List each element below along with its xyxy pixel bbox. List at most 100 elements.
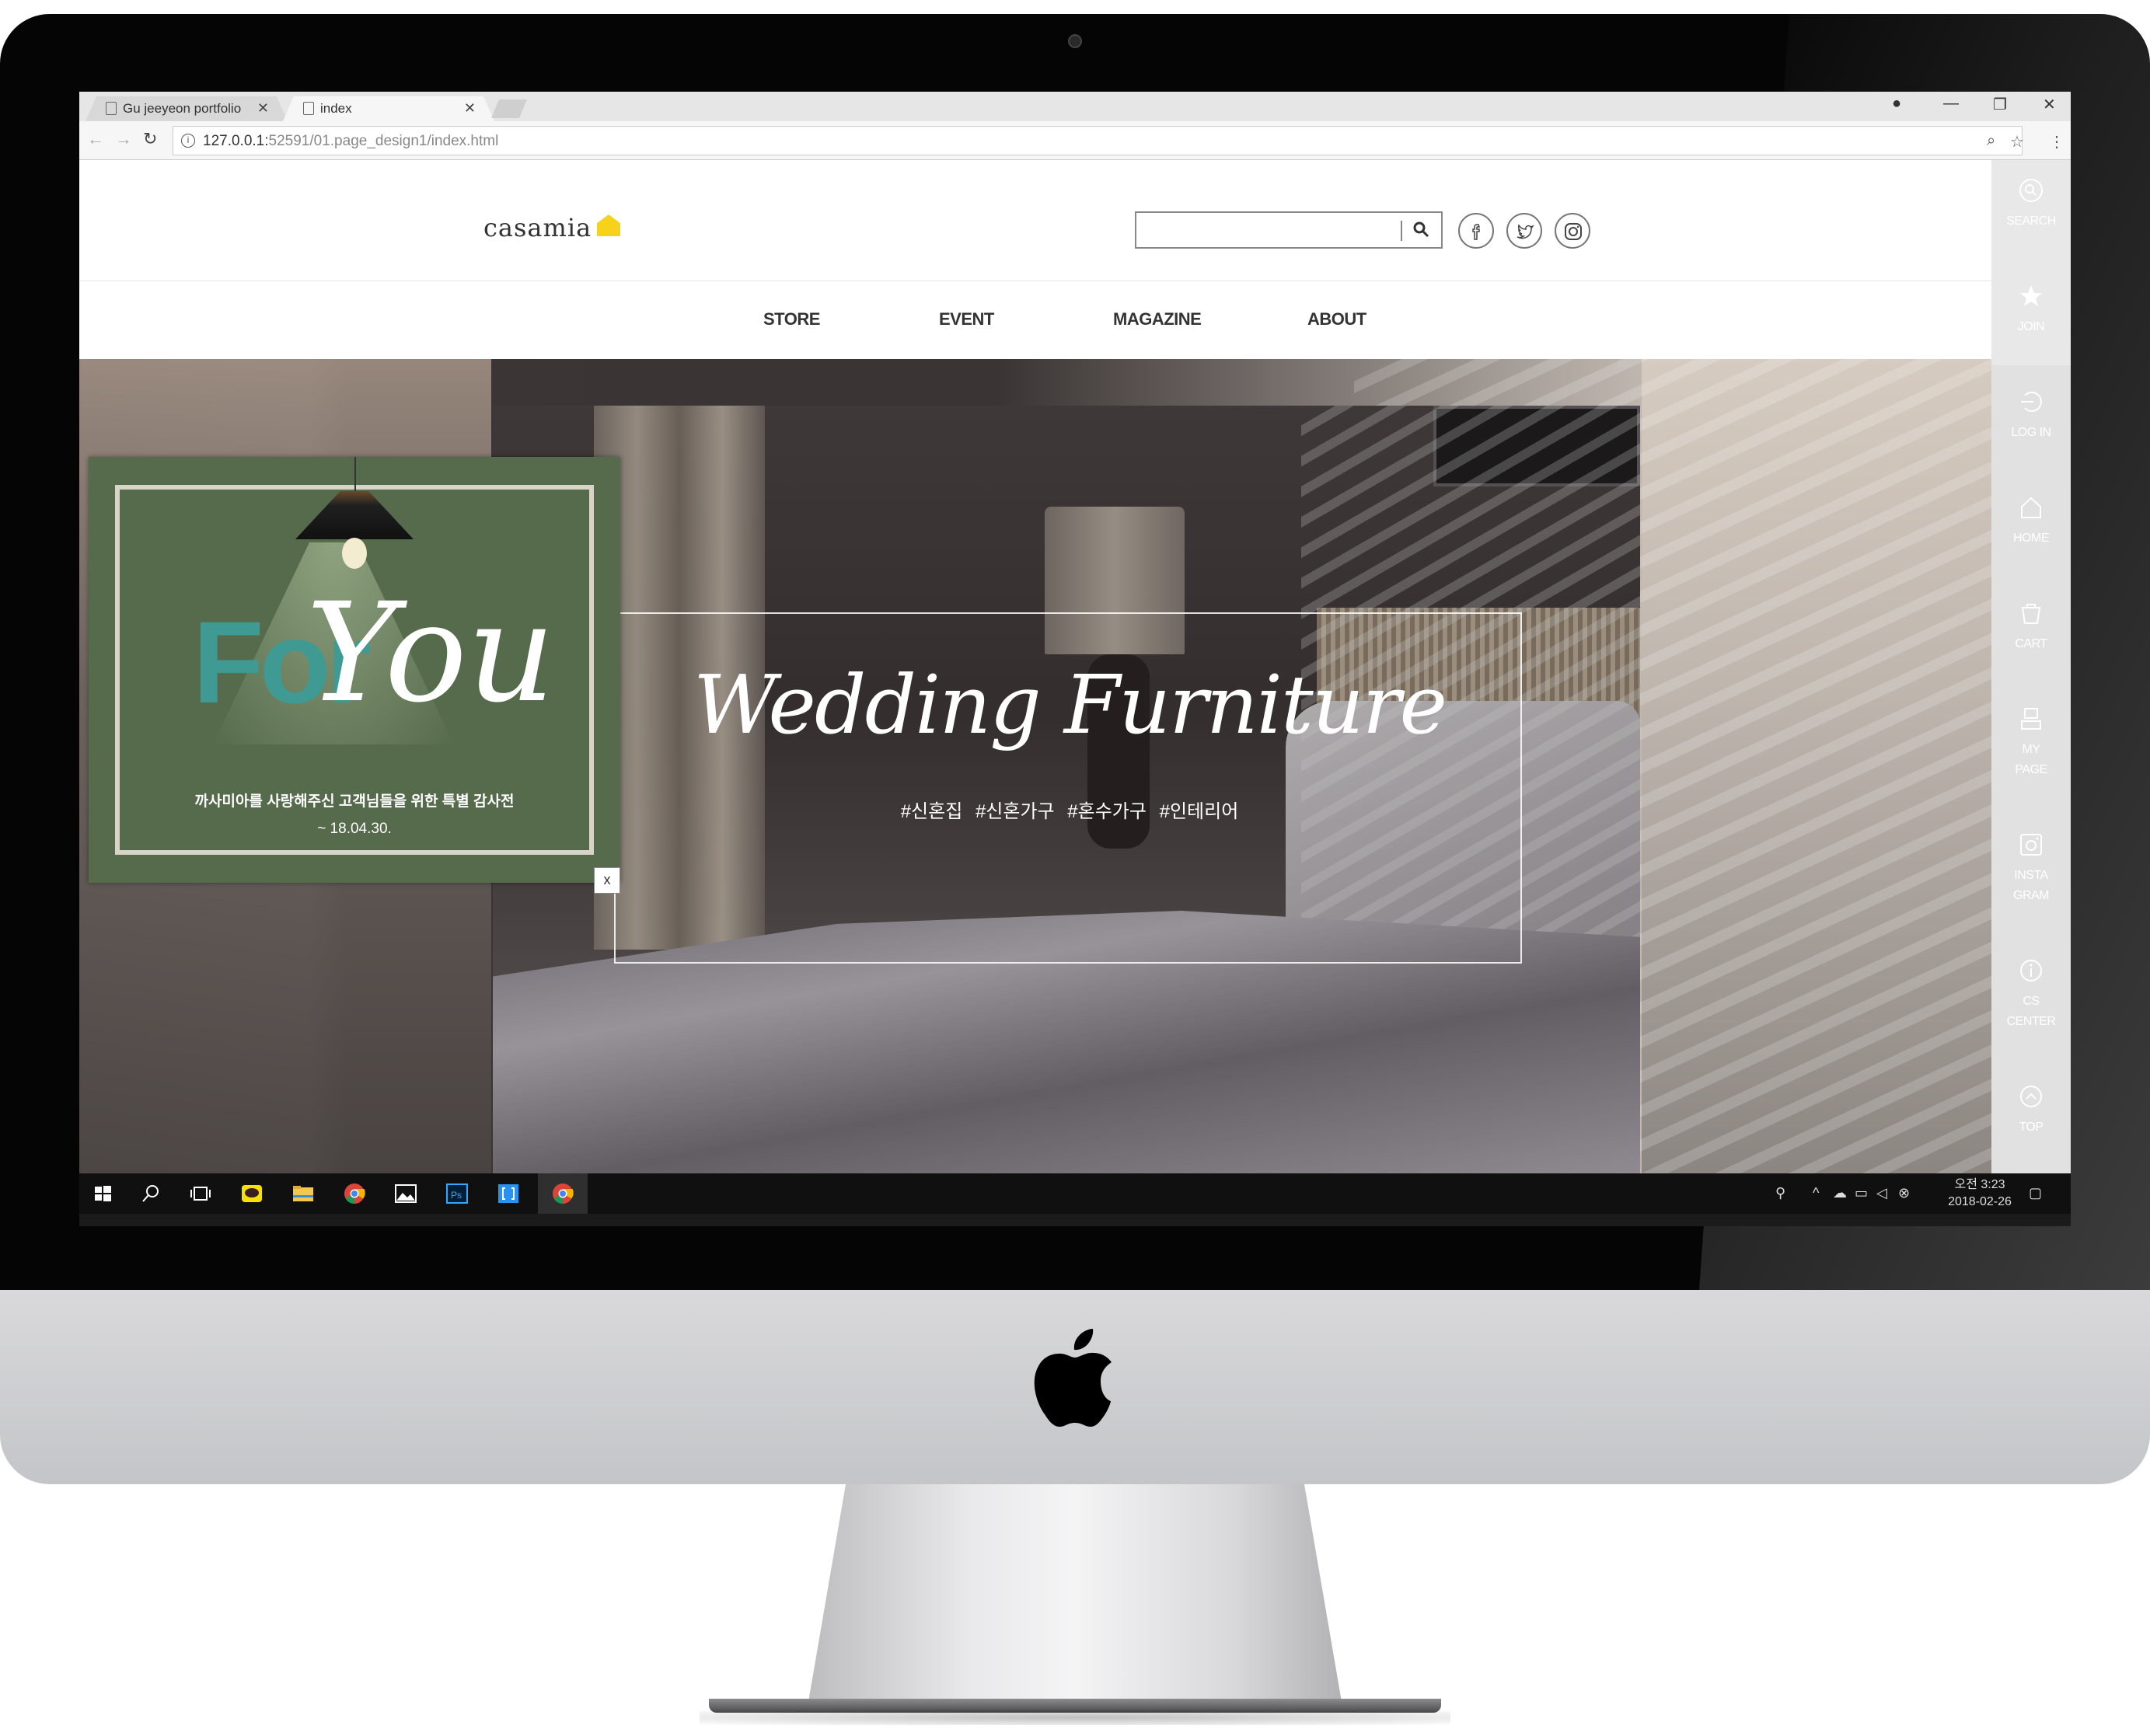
sidebar-item-cart[interactable]: CART <box>1991 600 2071 654</box>
restore-button[interactable]: ❐ <box>1993 95 2007 114</box>
cloud-icon[interactable]: ☁ <box>1833 1185 1847 1201</box>
hero-tags: #신혼집 #신혼가구 #혼수가구 #인테리어 <box>900 801 1239 822</box>
star-icon <box>2020 285 2042 306</box>
instagram-icon[interactable] <box>1555 213 1590 249</box>
sidebar-label: JOIN <box>2017 320 2045 333</box>
notifications-icon[interactable]: ▢ <box>2029 1185 2042 1201</box>
back-arrow-icon[interactable]: ← <box>87 129 104 149</box>
forward-arrow-icon[interactable]: → <box>115 129 132 149</box>
site-header: casamia <box>79 160 1991 281</box>
sidebar-item-top[interactable]: TOP <box>1991 1083 2071 1138</box>
sidebar-item-instagram[interactable]: INSTA GRAM <box>1991 831 2071 906</box>
sidebar-label: SEARCH <box>2006 214 2056 228</box>
tab-label: Gu jeeyeon portfolio <box>123 101 242 116</box>
network-icon[interactable]: ▭ <box>1855 1185 1868 1201</box>
site-logo[interactable]: casamia <box>483 213 592 242</box>
info-icon <box>2020 960 2042 981</box>
info-icon[interactable]: i <box>181 134 195 148</box>
nav-about[interactable]: ABOUT <box>1307 309 1366 329</box>
tab-index[interactable]: index ✕ <box>283 96 494 121</box>
tab-close-icon[interactable]: ✕ <box>464 100 476 117</box>
url-host: 127.0.0.1: <box>203 133 269 149</box>
sidebar-label: INSTA GRAM <box>2013 869 2050 902</box>
new-tab-button[interactable] <box>491 99 527 118</box>
mypage-icon <box>2021 708 2041 730</box>
screen: Gu jeeyeon portfolio ✕ index ✕ ● — ❐ ✕ ←… <box>79 92 2071 1226</box>
windows-taskbar: Ps ⚲ ^ ☁ ▭ ◁ ⊗ 오전 3:23 2018-02-26 ▢ <box>79 1173 2071 1214</box>
document-icon <box>106 102 117 115</box>
sidebar-item-mypage[interactable]: MY PAGE <box>1991 706 2071 780</box>
popup-date: ~ 18.04.30. <box>317 821 392 837</box>
sidebar-label: CART <box>2015 637 2047 650</box>
photoshop-icon[interactable]: Ps <box>445 1181 469 1206</box>
search-icon <box>2019 179 2043 202</box>
url-path: 52591/01.page_design1/index.html <box>268 133 499 149</box>
sidebar-label: TOP <box>2019 1121 2044 1134</box>
search-separator <box>1401 221 1402 241</box>
nav-magazine[interactable]: MAGAZINE <box>1113 309 1202 329</box>
nav-store[interactable]: STORE <box>763 309 820 329</box>
site-search-input[interactable] <box>1135 211 1443 249</box>
svg-text:Ps: Ps <box>451 1190 462 1201</box>
chrome-icon[interactable] <box>342 1181 367 1206</box>
screen-bottom-edge <box>79 1214 2071 1226</box>
minimize-button[interactable]: — <box>1943 95 1959 113</box>
sidebar-item-cs-center[interactable]: CS CENTER <box>1991 957 2071 1032</box>
sidebar-item-login[interactable]: LOG IN <box>1991 389 2071 443</box>
ime-icon[interactable]: ⊗ <box>1898 1185 1910 1201</box>
instagram-icon <box>2020 834 2042 856</box>
menu-dots-icon[interactable]: ⋮ <box>2049 132 2064 152</box>
logo-house-icon <box>597 214 620 236</box>
sidebar-label: CS CENTER <box>2006 995 2056 1028</box>
popup-close-button[interactable]: x <box>594 867 620 894</box>
search-icon[interactable] <box>138 1181 163 1206</box>
tab-close-icon[interactable]: ✕ <box>257 100 269 117</box>
facebook-icon[interactable] <box>1458 213 1494 249</box>
quick-sidebar: SEARCH JOIN LOG IN HOME CART MY PAGE INS… <box>1991 160 2071 1173</box>
chevron-up-icon[interactable]: ^ <box>1813 1185 1819 1201</box>
twitter-icon[interactable] <box>1506 213 1542 249</box>
sidebar-item-join[interactable]: JOIN <box>1991 283 2071 337</box>
sidebar-label: HOME <box>2013 532 2050 545</box>
sidebar-label: LOG IN <box>2011 426 2051 439</box>
tab-portfolio[interactable]: Gu jeeyeon portfolio ✕ <box>86 96 288 121</box>
hero-title: Wedding Furniture <box>693 657 1447 752</box>
brackets-editor-icon[interactable] <box>496 1181 521 1206</box>
hero-title-box: Wedding Furniture #신혼집 #신혼가구 #혼수가구 #인테리어 <box>614 612 1522 964</box>
home-icon <box>2021 497 2041 518</box>
file-explorer-icon[interactable] <box>291 1181 316 1206</box>
top-icon <box>2020 1086 2042 1107</box>
imac-device: Gu jeeyeon portfolio ✕ index ✕ ● — ❐ ✕ ←… <box>0 14 2150 1484</box>
people-icon[interactable]: ⚲ <box>1775 1185 1785 1201</box>
lamp-cord <box>354 457 356 491</box>
url-input[interactable]: i 127.0.0.1:52591/01.page_design1/index.… <box>173 126 2023 155</box>
search-icon[interactable] <box>1412 220 1432 240</box>
reload-icon[interactable]: ↻ <box>143 129 157 149</box>
bookmark-star-icon[interactable]: ☆ <box>2010 132 2024 152</box>
tab-label: index <box>320 101 352 116</box>
close-window-button[interactable]: ✕ <box>2043 95 2056 114</box>
volume-icon[interactable]: ◁ <box>1876 1185 1887 1201</box>
sidebar-item-search[interactable]: SEARCH <box>1991 177 2071 232</box>
photos-icon[interactable] <box>393 1181 418 1206</box>
nav-event[interactable]: EVENT <box>939 309 994 329</box>
login-icon <box>2021 392 2042 412</box>
event-popup[interactable]: For You 까사미아를 사랑해주신 고객님들을 위한 특별 감사전 ~ 18… <box>89 457 620 883</box>
stand-shadow <box>700 1710 1450 1725</box>
sidebar-label: MY PAGE <box>2015 743 2047 776</box>
zoom-icon[interactable]: ⌕ <box>1987 132 1995 150</box>
clock-time: 오전 3:23 <box>1954 1178 2005 1191</box>
taskbar-clock[interactable]: 오전 3:23 2018-02-26 <box>1937 1177 2023 1211</box>
apple-logo-icon <box>1034 1329 1112 1427</box>
profile-icon[interactable]: ● <box>1892 95 1901 113</box>
monitor-stand <box>808 1484 1342 1702</box>
document-icon <box>303 102 314 115</box>
task-view-icon[interactable] <box>188 1181 213 1206</box>
kakaotalk-icon[interactable] <box>239 1181 264 1206</box>
browser-tab-bar: Gu jeeyeon portfolio ✕ index ✕ ● — ❐ ✕ <box>79 92 2071 121</box>
sidebar-item-home[interactable]: HOME <box>1991 494 2071 549</box>
chrome-icon[interactable] <box>550 1181 575 1206</box>
popup-you-text: You <box>306 573 556 733</box>
web-page: casamia STORE EVENT MAGAZINE ABOUT Weddi… <box>79 160 2071 1173</box>
windows-start-icon[interactable] <box>90 1181 115 1206</box>
